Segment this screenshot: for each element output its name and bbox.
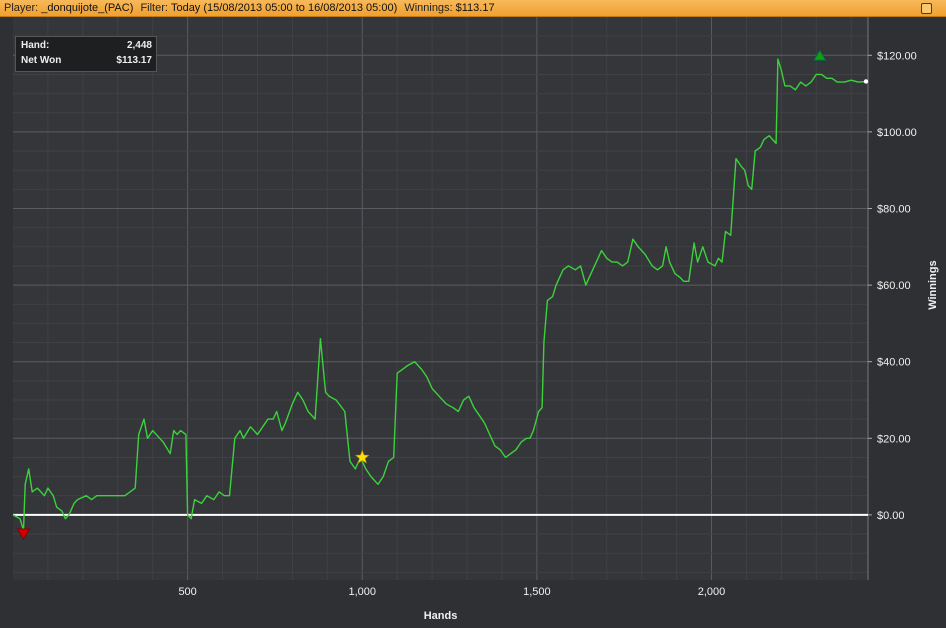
y-tick-label: $40.00	[877, 357, 911, 369]
y-tick-label: $60.00	[877, 280, 911, 292]
net-won-label: Net Won	[21, 55, 62, 66]
hand-value: 2,448	[126, 40, 152, 51]
net-won-value: $113.17	[116, 55, 152, 66]
y-tick-label: $0.00	[877, 510, 905, 522]
player-label: Player:	[4, 2, 39, 14]
y-tick-label: $100.00	[877, 127, 917, 139]
restore-window-icon[interactable]	[921, 3, 932, 14]
x-axis-label: Hands	[424, 610, 458, 622]
x-tick-label: 500	[178, 586, 196, 598]
winnings-chart[interactable]: $0.00 $20.00 $40.00 $60.00 $80.00 $100.00 $120…	[0, 17, 946, 628]
winnings-value: $113.17	[455, 2, 495, 14]
y-axis-ticks: $0.00 $20.00 $40.00 $60.00 $80.00 $100.00 $120…	[868, 50, 917, 522]
y-tick-label: $120.00	[877, 50, 917, 62]
x-axis-ticks: 500 1,000 1,500 2,000	[178, 586, 725, 598]
winnings-label: Winnings:	[404, 2, 453, 14]
hand-label: Hand:	[21, 40, 50, 51]
y-tick-label: $80.00	[877, 203, 911, 215]
hand-info-box: Hand: 2,448 Net Won $113.17	[15, 36, 157, 72]
y-axis-label: Winnings	[927, 260, 939, 309]
filter-label: Filter:	[140, 2, 168, 14]
x-tick-label: 1,500	[523, 586, 551, 598]
player-value: _donquijote_(PAC)	[41, 2, 134, 14]
filter-value: Today (15/08/2013 05:00 to 16/08/2013 05…	[170, 2, 398, 14]
x-tick-label: 1,000	[348, 586, 376, 598]
y-tick-label: $20.00	[877, 433, 911, 445]
titlebar: Player: _donquijote_(PAC) Filter: Today (1…	[0, 0, 946, 17]
end-point-marker	[863, 79, 869, 84]
x-tick-label: 2,000	[698, 586, 726, 598]
